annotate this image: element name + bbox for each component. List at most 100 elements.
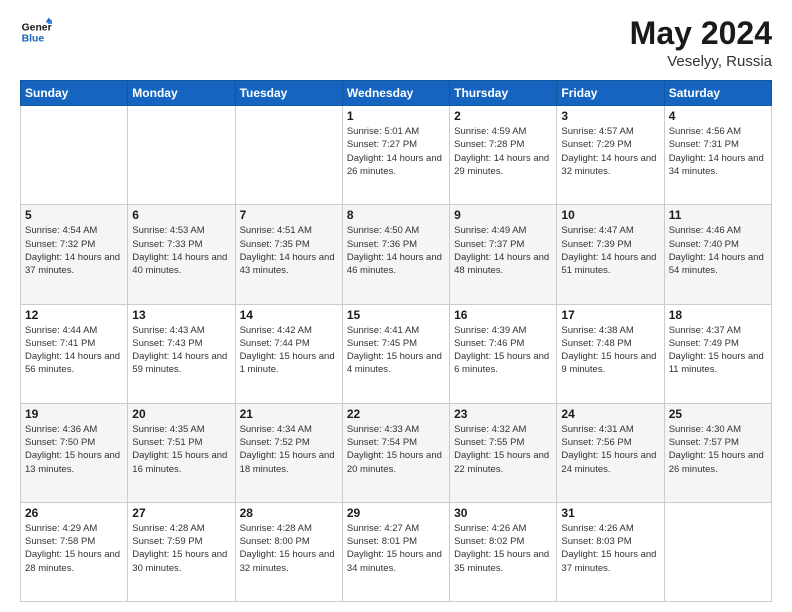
svg-text:General: General — [22, 22, 52, 33]
logo-icon: General Blue — [20, 16, 52, 48]
day-info: Sunrise: 4:51 AM Sunset: 7:35 PM Dayligh… — [240, 224, 338, 277]
table-cell: 29 Sunrise: 4:27 AM Sunset: 8:01 PM Dayli… — [342, 502, 449, 601]
table-cell: 24 Sunrise: 4:31 AM Sunset: 7:56 PM Dayli… — [557, 403, 664, 502]
col-friday: Friday — [557, 81, 664, 106]
table-cell: 1 Sunrise: 5:01 AM Sunset: 7:27 PM Daylig… — [342, 106, 449, 205]
col-tuesday: Tuesday — [235, 81, 342, 106]
table-cell — [235, 106, 342, 205]
calendar: Sunday Monday Tuesday Wednesday Thursday… — [20, 80, 772, 602]
day-number: 25 — [669, 407, 767, 421]
table-cell: 18 Sunrise: 4:37 AM Sunset: 7:49 PM Dayli… — [664, 304, 771, 403]
day-number: 4 — [669, 109, 767, 123]
table-cell: 7Sunrise: 4:51 AM Sunset: 7:35 PM Daylig… — [235, 205, 342, 304]
day-number: 6 — [132, 208, 230, 222]
day-info: Sunrise: 4:49 AM Sunset: 7:37 PM Dayligh… — [454, 224, 552, 277]
day-info: Sunrise: 4:54 AM Sunset: 7:32 PM Dayligh… — [25, 224, 123, 277]
day-info: Sunrise: 4:41 AM Sunset: 7:45 PM Dayligh… — [347, 324, 445, 377]
day-number: 3 — [561, 109, 659, 123]
table-cell: 26 Sunrise: 4:29 AM Sunset: 7:58 PM Dayli… — [21, 502, 128, 601]
calendar-header-row: Sunday Monday Tuesday Wednesday Thursday… — [21, 81, 772, 106]
day-info: Sunrise: 4:38 AM Sunset: 7:48 PM Dayligh… — [561, 324, 659, 377]
day-info: Sunrise: 4:33 AM Sunset: 7:54 PM Dayligh… — [347, 423, 445, 476]
day-info: Sunrise: 4:31 AM Sunset: 7:56 PM Dayligh… — [561, 423, 659, 476]
day-number: 1 — [347, 109, 445, 123]
table-cell: 16Sunrise: 4:39 AM Sunset: 7:46 PM Dayli… — [450, 304, 557, 403]
table-cell: 25 Sunrise: 4:30 AM Sunset: 7:57 PM Dayli… — [664, 403, 771, 502]
day-info: Sunrise: 4:37 AM Sunset: 7:49 PM Dayligh… — [669, 324, 767, 377]
day-number: 5 — [25, 208, 123, 222]
day-number: 12 — [25, 308, 123, 322]
day-number: 2 — [454, 109, 552, 123]
table-cell: 17 Sunrise: 4:38 AM Sunset: 7:48 PM Dayli… — [557, 304, 664, 403]
day-number: 17 — [561, 308, 659, 322]
day-info: Sunrise: 4:30 AM Sunset: 7:57 PM Dayligh… — [669, 423, 767, 476]
day-number: 29 — [347, 506, 445, 520]
svg-text:Blue: Blue — [22, 34, 45, 45]
day-info: Sunrise: 4:27 AM Sunset: 8:01 PM Dayligh… — [347, 522, 445, 575]
day-info: Sunrise: 4:28 AM Sunset: 8:00 PM Dayligh… — [240, 522, 338, 575]
table-cell: 14 Sunrise: 4:42 AM Sunset: 7:44 PM Dayli… — [235, 304, 342, 403]
day-info: Sunrise: 4:34 AM Sunset: 7:52 PM Dayligh… — [240, 423, 338, 476]
table-cell: 8Sunrise: 4:50 AM Sunset: 7:36 PM Daylig… — [342, 205, 449, 304]
day-number: 21 — [240, 407, 338, 421]
day-info: Sunrise: 4:56 AM Sunset: 7:31 PM Dayligh… — [669, 125, 767, 178]
title-block: May 2024 Veselyy, Russia — [630, 16, 772, 70]
day-info: Sunrise: 4:47 AM Sunset: 7:39 PM Dayligh… — [561, 224, 659, 277]
table-cell: 21 Sunrise: 4:34 AM Sunset: 7:52 PM Dayli… — [235, 403, 342, 502]
table-cell: 28 Sunrise: 4:28 AM Sunset: 8:00 PM Dayli… — [235, 502, 342, 601]
day-number: 20 — [132, 407, 230, 421]
month-year: May 2024 — [630, 16, 772, 51]
day-info: Sunrise: 4:35 AM Sunset: 7:51 PM Dayligh… — [132, 423, 230, 476]
col-thursday: Thursday — [450, 81, 557, 106]
day-info: Sunrise: 4:44 AM Sunset: 7:41 PM Dayligh… — [25, 324, 123, 377]
table-cell: 10 Sunrise: 4:47 AM Sunset: 7:39 PM Dayli… — [557, 205, 664, 304]
day-info: Sunrise: 4:50 AM Sunset: 7:36 PM Dayligh… — [347, 224, 445, 277]
col-saturday: Saturday — [664, 81, 771, 106]
table-cell: 23Sunrise: 4:32 AM Sunset: 7:55 PM Dayli… — [450, 403, 557, 502]
day-number: 28 — [240, 506, 338, 520]
table-cell: 15 Sunrise: 4:41 AM Sunset: 7:45 PM Dayli… — [342, 304, 449, 403]
day-number: 24 — [561, 407, 659, 421]
logo: General Blue — [20, 16, 52, 48]
day-number: 18 — [669, 308, 767, 322]
day-number: 13 — [132, 308, 230, 322]
location: Veselyy, Russia — [630, 53, 772, 70]
day-number: 31 — [561, 506, 659, 520]
week-row-1: 5 Sunrise: 4:54 AM Sunset: 7:32 PM Daylig… — [21, 205, 772, 304]
day-info: Sunrise: 4:36 AM Sunset: 7:50 PM Dayligh… — [25, 423, 123, 476]
day-info: Sunrise: 4:59 AM Sunset: 7:28 PM Dayligh… — [454, 125, 552, 178]
table-cell: 9Sunrise: 4:49 AM Sunset: 7:37 PM Daylig… — [450, 205, 557, 304]
day-info: Sunrise: 4:46 AM Sunset: 7:40 PM Dayligh… — [669, 224, 767, 277]
day-number: 16 — [454, 308, 552, 322]
table-cell: 2 Sunrise: 4:59 AM Sunset: 7:28 PM Daylig… — [450, 106, 557, 205]
day-info: Sunrise: 4:26 AM Sunset: 8:02 PM Dayligh… — [454, 522, 552, 575]
day-number: 27 — [132, 506, 230, 520]
day-number: 19 — [25, 407, 123, 421]
table-cell: 22 Sunrise: 4:33 AM Sunset: 7:54 PM Dayli… — [342, 403, 449, 502]
day-info: Sunrise: 4:26 AM Sunset: 8:03 PM Dayligh… — [561, 522, 659, 575]
day-number: 22 — [347, 407, 445, 421]
week-row-4: 26 Sunrise: 4:29 AM Sunset: 7:58 PM Dayli… — [21, 502, 772, 601]
table-cell: 3 Sunrise: 4:57 AM Sunset: 7:29 PM Daylig… — [557, 106, 664, 205]
day-info: Sunrise: 4:42 AM Sunset: 7:44 PM Dayligh… — [240, 324, 338, 377]
day-number: 26 — [25, 506, 123, 520]
table-cell: 6 Sunrise: 4:53 AM Sunset: 7:33 PM Daylig… — [128, 205, 235, 304]
day-number: 23 — [454, 407, 552, 421]
table-cell: 27Sunrise: 4:28 AM Sunset: 7:59 PM Dayli… — [128, 502, 235, 601]
day-number: 14 — [240, 308, 338, 322]
table-cell: 5 Sunrise: 4:54 AM Sunset: 7:32 PM Daylig… — [21, 205, 128, 304]
table-cell: 12 Sunrise: 4:44 AM Sunset: 7:41 PM Dayli… — [21, 304, 128, 403]
day-info: Sunrise: 5:01 AM Sunset: 7:27 PM Dayligh… — [347, 125, 445, 178]
table-cell: 11Sunrise: 4:46 AM Sunset: 7:40 PM Dayli… — [664, 205, 771, 304]
table-cell: 13Sunrise: 4:43 AM Sunset: 7:43 PM Dayli… — [128, 304, 235, 403]
day-info: Sunrise: 4:57 AM Sunset: 7:29 PM Dayligh… — [561, 125, 659, 178]
day-number: 30 — [454, 506, 552, 520]
col-wednesday: Wednesday — [342, 81, 449, 106]
table-cell — [128, 106, 235, 205]
page: General Blue May 2024 Veselyy, Russia Su… — [0, 0, 792, 612]
table-cell — [21, 106, 128, 205]
day-number: 10 — [561, 208, 659, 222]
day-number: 15 — [347, 308, 445, 322]
day-info: Sunrise: 4:53 AM Sunset: 7:33 PM Dayligh… — [132, 224, 230, 277]
day-info: Sunrise: 4:29 AM Sunset: 7:58 PM Dayligh… — [25, 522, 123, 575]
